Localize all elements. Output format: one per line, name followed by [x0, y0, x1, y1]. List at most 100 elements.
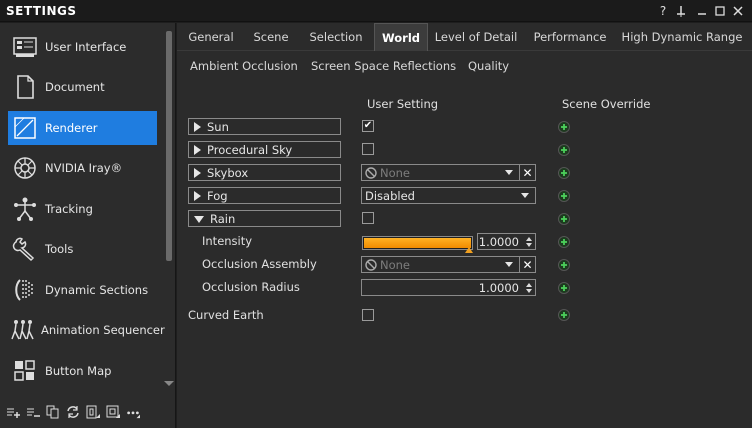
- import-icon[interactable]: [86, 405, 100, 419]
- maximize-button[interactable]: [711, 2, 729, 20]
- tab-performance[interactable]: Performance: [533, 23, 607, 51]
- tab-selection[interactable]: Selection: [305, 23, 367, 51]
- scene-override-icon[interactable]: [558, 167, 570, 179]
- expand-arrow-icon: [194, 190, 201, 201]
- tracking-icon: [10, 194, 40, 224]
- scroll-down-arrow-icon[interactable]: [164, 381, 174, 386]
- expand-arrow-icon: [194, 144, 201, 155]
- sidebar-item-user-interface[interactable]: User Interface: [8, 30, 157, 64]
- sidebar-item-nvidia-iray[interactable]: NVIDIA Iray®: [8, 151, 157, 185]
- sidebar-item-dynamic-sections[interactable]: Dynamic Sections: [8, 273, 157, 307]
- clear-icon[interactable]: ✕: [519, 257, 535, 272]
- sidebar-item-tools[interactable]: Tools: [8, 232, 157, 266]
- sun-checkbox[interactable]: ✔: [362, 120, 374, 132]
- expand-arrow-icon: [194, 121, 201, 132]
- sidebar-item-animation-sequencer[interactable]: Animation Sequencer: [8, 313, 165, 347]
- procedural-sky-checkbox[interactable]: [362, 143, 374, 155]
- none-icon: [365, 258, 377, 271]
- tab-world[interactable]: World: [374, 23, 428, 51]
- nvidia-iray-icon: [10, 153, 40, 183]
- export-icon[interactable]: [106, 405, 120, 419]
- sidebar-item-label: Tracking: [45, 202, 93, 216]
- scene-override-icon[interactable]: [558, 190, 570, 202]
- scene-override-icon[interactable]: [558, 144, 570, 156]
- help-button[interactable]: ?: [654, 2, 672, 20]
- clear-icon[interactable]: ✕: [519, 165, 535, 180]
- rain-checkbox[interactable]: [362, 212, 374, 224]
- renderer-icon: [10, 113, 40, 143]
- intensity-spinbox[interactable]: 1.0000: [477, 233, 536, 250]
- sidebar-item-label: Animation Sequencer: [41, 323, 165, 337]
- occlusion-radius-value: 1.0000: [478, 280, 519, 295]
- remove-icon[interactable]: [26, 405, 40, 419]
- sidebar-item-label: User Interface: [45, 40, 127, 54]
- spin-arrows-icon[interactable]: [523, 234, 535, 249]
- tab-high-dynamic-range[interactable]: High Dynamic Range: [622, 23, 743, 51]
- skybox-expander[interactable]: Skybox: [188, 164, 341, 181]
- user-interface-icon: [10, 32, 40, 62]
- copy-icon[interactable]: [46, 405, 60, 419]
- scene-override-icon[interactable]: [558, 282, 570, 294]
- title-bar: SETTINGS ?: [0, 0, 752, 22]
- occlusion-assembly-label: Occlusion Assembly: [202, 257, 317, 271]
- tab-general[interactable]: General: [185, 23, 237, 51]
- intensity-value: 1.0000: [478, 234, 519, 249]
- dynamic-sections-icon: [10, 275, 40, 305]
- procedural-sky-expander[interactable]: Procedural Sky: [188, 141, 341, 158]
- fog-expander[interactable]: Fog: [188, 187, 341, 204]
- dropdown-arrow-icon[interactable]: [505, 262, 513, 267]
- occlusion-assembly-selector[interactable]: None ✕: [361, 256, 536, 273]
- tab-screen-space-reflections[interactable]: Screen Space Reflections: [311, 53, 456, 79]
- curved-earth-checkbox[interactable]: [362, 309, 374, 321]
- rain-label: Rain: [210, 211, 236, 226]
- settings-sidebar: User Interface Document Renderer NVIDIA …: [0, 23, 176, 428]
- refresh-icon[interactable]: [66, 405, 80, 419]
- tab-quality[interactable]: Quality: [468, 53, 509, 79]
- scene-override-icon[interactable]: [558, 213, 570, 225]
- skybox-asset-selector[interactable]: None ✕: [361, 164, 536, 181]
- document-icon: [10, 72, 40, 102]
- slider-handle-icon[interactable]: [465, 247, 473, 253]
- sidebar-item-label: Tools: [45, 242, 74, 256]
- dropdown-arrow-icon[interactable]: [505, 170, 513, 175]
- add-icon[interactable]: [6, 405, 20, 419]
- scene-override-column-header: Scene Override: [562, 97, 651, 111]
- sidebar-scrollbar[interactable]: [166, 31, 172, 261]
- button-map-icon: [10, 356, 40, 386]
- scene-override-icon[interactable]: [558, 259, 570, 271]
- scene-override-icon[interactable]: [558, 236, 570, 248]
- tab-scene[interactable]: Scene: [247, 23, 295, 51]
- tab-ambient-occlusion[interactable]: Ambient Occlusion: [190, 53, 298, 79]
- sidebar-item-renderer[interactable]: Renderer: [8, 111, 157, 145]
- dropdown-arrow-icon: [521, 193, 529, 198]
- procedural-sky-label: Procedural Sky: [207, 142, 293, 157]
- rain-expander[interactable]: Rain: [188, 210, 341, 227]
- intensity-label: Intensity: [202, 234, 253, 248]
- fog-label: Fog: [207, 188, 228, 203]
- skybox-value: None: [380, 165, 411, 180]
- none-icon: [365, 166, 377, 179]
- sidebar-item-tracking[interactable]: Tracking: [8, 192, 157, 226]
- occlusion-radius-label: Occlusion Radius: [202, 280, 300, 294]
- window-title: SETTINGS: [6, 4, 77, 18]
- sun-expander[interactable]: Sun: [188, 118, 341, 135]
- sun-label: Sun: [207, 119, 229, 134]
- animation-sequencer-icon: [10, 315, 36, 345]
- sidebar-item-document[interactable]: Document: [8, 70, 157, 104]
- scene-override-icon[interactable]: [558, 309, 570, 321]
- sidebar-item-label: Dynamic Sections: [45, 283, 149, 297]
- minimize-button[interactable]: [693, 2, 711, 20]
- close-button[interactable]: [729, 2, 747, 20]
- fog-dropdown[interactable]: Disabled: [361, 187, 536, 204]
- more-icon[interactable]: [126, 405, 140, 419]
- pin-button[interactable]: [672, 2, 690, 20]
- tools-icon: [10, 234, 40, 264]
- occlusion-radius-spinbox[interactable]: 1.0000: [361, 279, 536, 296]
- intensity-slider-fill: [364, 238, 471, 248]
- user-setting-column-header: User Setting: [367, 97, 439, 111]
- sidebar-item-button-map[interactable]: Button Map: [8, 354, 157, 388]
- scene-override-icon[interactable]: [558, 121, 570, 133]
- tab-level-of-detail[interactable]: Level of Detail: [435, 23, 518, 51]
- intensity-slider[interactable]: [362, 236, 473, 253]
- spin-arrows-icon[interactable]: [523, 280, 535, 295]
